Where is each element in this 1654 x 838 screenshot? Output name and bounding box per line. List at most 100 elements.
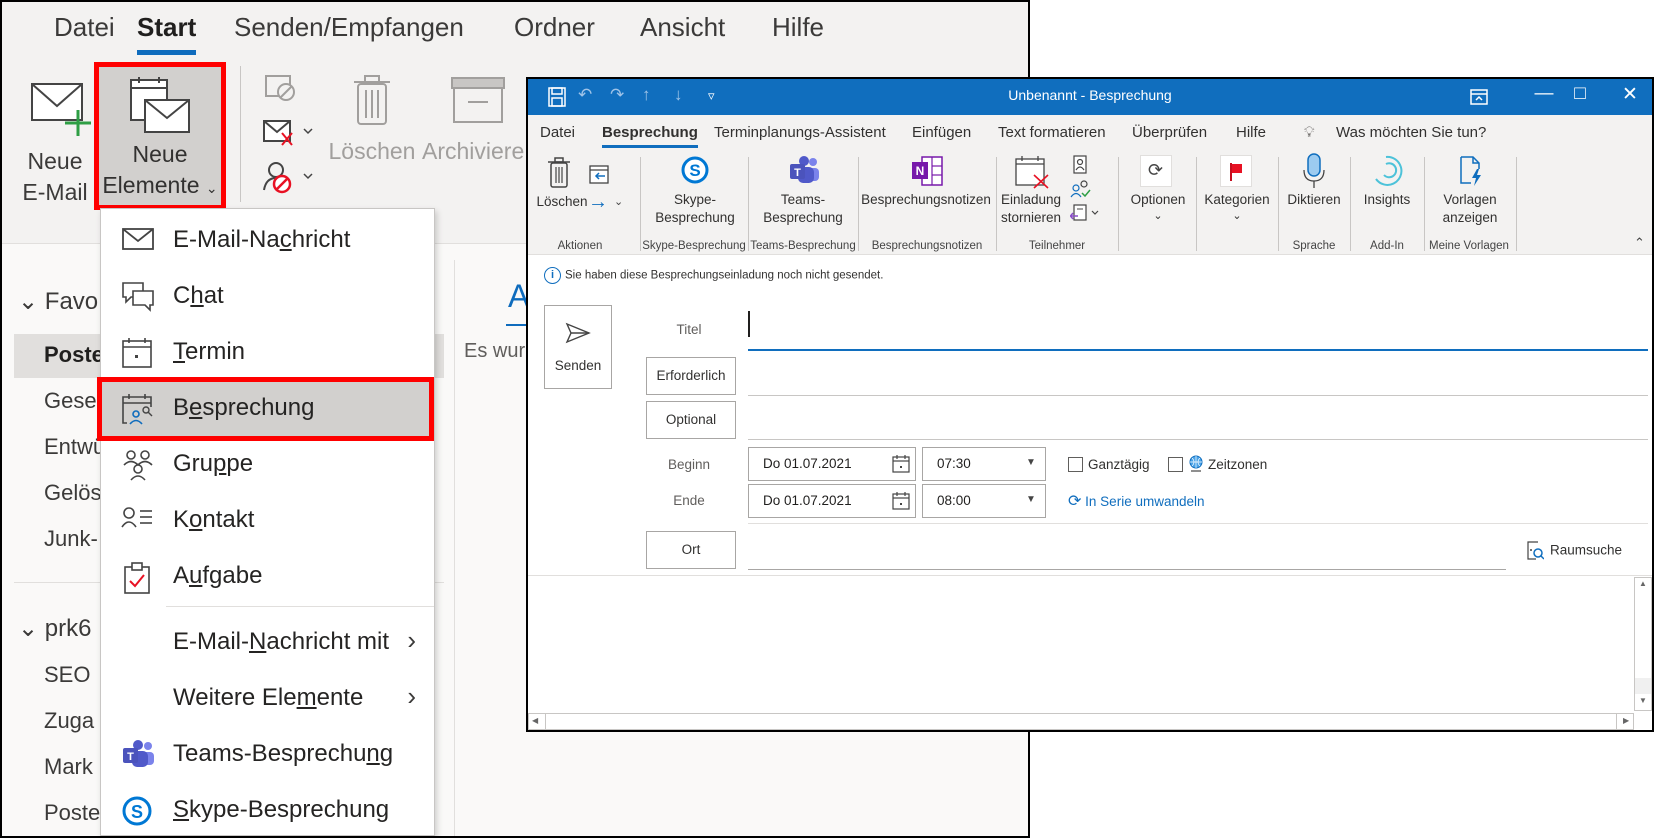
dtab-einfuegen[interactable]: Einfügen xyxy=(912,124,971,141)
title-input[interactable] xyxy=(748,307,1646,341)
collapse-ribbon-icon[interactable]: ⌃ xyxy=(1634,235,1645,251)
nav-item-mark[interactable]: Mark xyxy=(44,754,93,780)
calendar-forward-icon[interactable] xyxy=(588,163,610,185)
dtab-text-formatieren[interactable]: Text formatieren xyxy=(998,124,1106,141)
make-recurring-link[interactable]: ⟳ In Serie umwandeln xyxy=(1068,491,1205,511)
highlight-new-items xyxy=(94,62,226,210)
tab-start[interactable]: Start xyxy=(137,12,197,55)
menu-item[interactable]: Aufgabe xyxy=(101,549,434,605)
tab-ansicht[interactable]: Ansicht xyxy=(640,12,725,43)
insights-icon xyxy=(1375,155,1403,186)
horizontal-scrollbar[interactable]: ◀ ▶ xyxy=(528,713,1634,730)
calendar-icon xyxy=(121,337,155,369)
menu-item[interactable]: T Teams-Besprechung xyxy=(101,727,434,783)
chevron-down-icon[interactable]: ⌄ xyxy=(614,195,623,208)
cancel-invitation-button[interactable]: Einladung stornieren xyxy=(998,153,1064,233)
delete-meeting-button[interactable]: Löschen xyxy=(534,155,590,235)
insights-button[interactable]: Insights xyxy=(1352,153,1422,233)
close-icon[interactable]: ✕ xyxy=(1610,83,1650,106)
group-aktionen: Aktionen xyxy=(557,240,603,252)
dropdown-arrow-icon[interactable]: ▼ xyxy=(1026,494,1036,505)
all-day-checkbox[interactable] xyxy=(1068,457,1083,472)
ribbon-display-options-icon[interactable] xyxy=(1470,89,1488,105)
nav-item-drafts[interactable]: Entwü xyxy=(44,434,105,460)
categories-button[interactable]: Kategorien ⌄ xyxy=(1198,153,1276,233)
dtab-ueberpruefen[interactable]: Überprüfen xyxy=(1132,124,1207,141)
svg-text:S: S xyxy=(131,802,143,822)
room-finder-button[interactable]: Raumsuche xyxy=(1526,541,1622,561)
cleanup-icon[interactable] xyxy=(262,117,318,147)
location-input[interactable] xyxy=(748,531,1504,569)
nav-favorites-header[interactable]: ⌄ Favo xyxy=(18,287,98,316)
meeting-notes-button[interactable]: N Besprechungsnotizen xyxy=(860,153,992,233)
scroll-right-icon[interactable]: ▶ xyxy=(1623,716,1629,725)
menu-item[interactable]: Weitere Elemente › xyxy=(101,671,434,727)
nav-account-header[interactable]: ⌄ prk6 xyxy=(18,614,91,643)
menu-item[interactable]: E-Mail-Nachricht mit › xyxy=(101,615,434,671)
nav-item-junk[interactable]: Junk- xyxy=(44,526,98,552)
required-attendees-input[interactable] xyxy=(748,357,1646,395)
forward-arrow-icon[interactable]: → xyxy=(588,191,608,214)
required-attendees-button[interactable]: Erforderlich xyxy=(646,357,736,395)
vertical-scrollbar[interactable]: ▲ ▼ xyxy=(1634,577,1652,711)
start-date-input[interactable]: Do 01.07.2021 xyxy=(748,447,916,481)
location-button[interactable]: Ort xyxy=(646,531,736,569)
scroll-down-icon[interactable]: ▼ xyxy=(1639,696,1647,705)
archive-label: Archiviere xyxy=(422,138,525,164)
ignore-icon[interactable] xyxy=(262,72,298,102)
check-names-icon[interactable] xyxy=(1070,179,1092,199)
response-options-icon[interactable] xyxy=(1070,203,1104,223)
maximize-icon[interactable]: □ xyxy=(1560,83,1600,105)
address-book-icon[interactable] xyxy=(1072,155,1088,175)
dtab-datei[interactable]: Datei xyxy=(540,124,575,141)
menu-item[interactable]: Termin xyxy=(101,325,434,381)
group-skype: Skype-Besprechung xyxy=(642,240,746,252)
nav-item-inbox[interactable]: Poste xyxy=(44,342,104,368)
calendar-picker-icon[interactable] xyxy=(892,455,910,473)
teams-label-1: Teams- xyxy=(780,192,826,207)
teams-meeting-button[interactable]: T Teams- Besprechung xyxy=(750,153,856,233)
menu-item-label: Gruppe xyxy=(173,450,254,477)
cancel-calendar-icon xyxy=(1015,156,1049,189)
dropdown-arrow-icon[interactable]: ▼ xyxy=(1026,457,1036,468)
menu-item[interactable]: Chat xyxy=(101,269,434,325)
scroll-up-icon[interactable]: ▲ xyxy=(1639,579,1647,588)
flag-icon xyxy=(1230,163,1242,181)
message-body[interactable] xyxy=(528,577,1634,707)
scroll-left-icon[interactable]: ◀ xyxy=(532,716,538,725)
options-button[interactable]: ⟳ Optionen ⌄ xyxy=(1122,153,1194,233)
dictate-button[interactable]: Diktieren xyxy=(1280,153,1348,233)
view-templates-button[interactable]: Vorlagen anzeigen xyxy=(1426,153,1514,233)
new-email-button[interactable]: Neue E-Mail xyxy=(14,70,96,210)
end-date-input[interactable]: Do 01.07.2021 xyxy=(748,484,916,518)
menu-item[interactable]: Kontakt xyxy=(101,493,434,549)
scroll-thumb[interactable] xyxy=(545,714,1617,729)
dtab-hilfe[interactable]: Hilfe xyxy=(1236,124,1266,141)
dtab-besprechung[interactable]: Besprechung xyxy=(602,124,698,148)
minimize-icon[interactable]: — xyxy=(1524,83,1564,105)
send-button[interactable]: Senden xyxy=(544,305,612,389)
nav-item-deleted[interactable]: Gelös xyxy=(44,480,101,506)
task-icon xyxy=(121,561,155,594)
skype-meeting-button[interactable]: S Skype- Besprechung xyxy=(642,153,748,233)
menu-item[interactable]: E-Mail-Nachricht xyxy=(101,213,434,269)
timezones-checkbox[interactable] xyxy=(1168,457,1183,472)
menu-item[interactable]: Gruppe xyxy=(101,437,434,493)
nav-item-zuga[interactable]: Zuga xyxy=(44,708,94,734)
tab-hilfe[interactable]: Hilfe xyxy=(772,12,824,43)
menu-item[interactable]: S Skype-Besprechung xyxy=(101,783,434,836)
scroll-track xyxy=(1635,678,1651,694)
dtab-terminplanung[interactable]: Terminplanungs-Assistent xyxy=(714,124,886,141)
nav-item-seo[interactable]: SEO xyxy=(44,662,90,688)
tab-datei[interactable]: Datei xyxy=(54,12,115,43)
tab-ordner[interactable]: Ordner xyxy=(514,12,595,43)
delete-button[interactable]: Löschen xyxy=(322,66,422,206)
optional-attendees-input[interactable] xyxy=(748,401,1646,439)
tell-me-search[interactable]: Was möchten Sie tun? xyxy=(1336,124,1486,141)
junk-icon[interactable] xyxy=(262,160,318,194)
archive-button[interactable]: Archiviere xyxy=(422,66,532,206)
tab-senden-empfangen[interactable]: Senden/Empfangen xyxy=(234,12,464,43)
nav-item-poste[interactable]: Poste xyxy=(44,800,100,826)
optional-attendees-button[interactable]: Optional xyxy=(646,401,736,439)
calendar-picker-icon[interactable] xyxy=(892,492,910,510)
